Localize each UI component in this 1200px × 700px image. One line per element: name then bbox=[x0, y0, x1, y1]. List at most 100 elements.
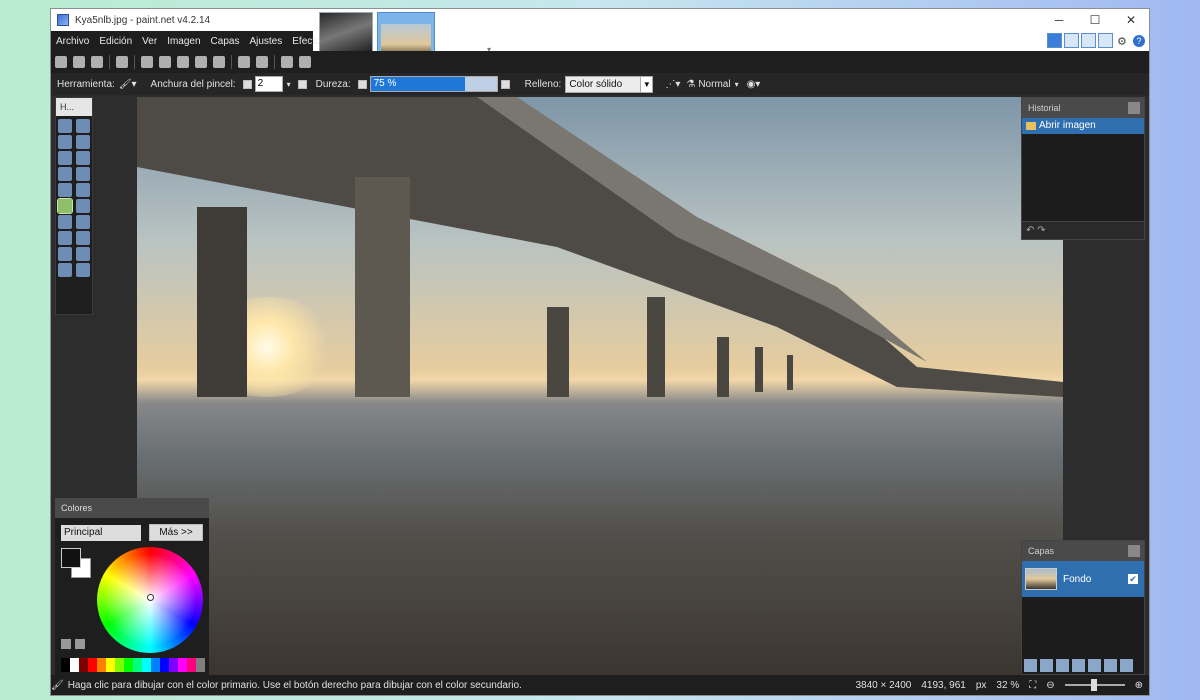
more-colors-button[interactable]: Más >> bbox=[149, 524, 203, 541]
palette-swatch[interactable] bbox=[61, 658, 70, 672]
gradient-tool-icon[interactable] bbox=[76, 183, 90, 197]
menu-capas[interactable]: Capas bbox=[206, 36, 245, 47]
delete-layer-icon[interactable] bbox=[1040, 659, 1053, 672]
palette-swatch[interactable] bbox=[88, 658, 97, 672]
zoom-value[interactable]: 32 % bbox=[996, 680, 1019, 691]
add-layer-icon[interactable] bbox=[1024, 659, 1037, 672]
menu-edicion[interactable]: Edición bbox=[94, 36, 137, 47]
tools-window-toggle[interactable] bbox=[1047, 33, 1062, 48]
duplicate-layer-icon[interactable] bbox=[1056, 659, 1069, 672]
move-layer-up-icon[interactable] bbox=[1088, 659, 1101, 672]
close-button[interactable]: ✕ bbox=[1113, 9, 1149, 31]
move-selection-tool-icon[interactable] bbox=[76, 119, 90, 133]
text-tool-icon[interactable] bbox=[58, 247, 72, 261]
palette-swatch[interactable] bbox=[70, 658, 79, 672]
image-tab-1[interactable] bbox=[319, 12, 373, 52]
ellipse-select-tool-icon[interactable] bbox=[58, 151, 72, 165]
pencil-tool-icon[interactable] bbox=[58, 215, 72, 229]
zoom-in-icon[interactable]: ⊕ bbox=[1135, 680, 1143, 691]
undo-icon[interactable]: ↶ bbox=[1026, 225, 1034, 236]
palette-swatch[interactable] bbox=[142, 658, 151, 672]
zoom-fit-icon[interactable]: ⛶ bbox=[1029, 680, 1036, 691]
palette-swatch[interactable] bbox=[106, 658, 115, 672]
palette-swatch[interactable] bbox=[151, 658, 160, 672]
palette-swatch[interactable] bbox=[178, 658, 187, 672]
undo-icon[interactable] bbox=[238, 56, 250, 68]
paste-icon[interactable] bbox=[177, 56, 189, 68]
ruler-icon[interactable] bbox=[299, 56, 311, 68]
maximize-button[interactable]: ☐ bbox=[1077, 9, 1113, 31]
zoom-slider-knob[interactable] bbox=[1090, 679, 1097, 691]
menu-archivo[interactable]: Archivo bbox=[51, 36, 94, 47]
palette-swatch[interactable] bbox=[79, 658, 88, 672]
color-wheel[interactable] bbox=[97, 547, 203, 653]
hardness-decrease-button[interactable] bbox=[357, 79, 367, 89]
lasso-select-tool-icon[interactable] bbox=[58, 135, 72, 149]
blend-mode-icon[interactable]: ⚗ bbox=[686, 79, 695, 90]
gear-icon[interactable]: ⚙ bbox=[1117, 35, 1129, 48]
layers-window-toggle[interactable] bbox=[1081, 33, 1096, 48]
new-file-icon[interactable] bbox=[55, 56, 67, 68]
print-icon[interactable] bbox=[116, 56, 128, 68]
palette-swatch[interactable] bbox=[115, 658, 124, 672]
history-item[interactable]: Abrir imagen bbox=[1022, 118, 1144, 134]
antialiasing-icon[interactable]: ⋰▾ bbox=[665, 79, 680, 90]
layer-properties-icon[interactable] bbox=[1120, 659, 1133, 672]
line-tool-icon[interactable] bbox=[76, 247, 90, 261]
zoom-out-icon[interactable]: ⊖ bbox=[1046, 680, 1054, 691]
close-icon[interactable] bbox=[1128, 102, 1140, 114]
merge-layer-icon[interactable] bbox=[1072, 659, 1085, 672]
move-selected-tool-icon[interactable] bbox=[76, 135, 90, 149]
copy-icon[interactable] bbox=[159, 56, 171, 68]
units-select[interactable]: px bbox=[976, 680, 987, 691]
layer-visibility-checkbox[interactable]: ✔ bbox=[1128, 574, 1138, 584]
blend-mode-select[interactable]: Normal bbox=[698, 79, 730, 90]
shapes-tool-icon[interactable] bbox=[58, 263, 72, 277]
paintbrush-tool-icon[interactable] bbox=[57, 198, 73, 214]
fill-select[interactable]: Color sólido ▼ bbox=[565, 75, 654, 93]
redo-icon[interactable] bbox=[256, 56, 268, 68]
help-icon[interactable]: ? bbox=[1133, 35, 1145, 47]
palette-swatch[interactable] bbox=[187, 658, 196, 672]
colors-window-toggle[interactable] bbox=[1098, 33, 1113, 48]
deselect-icon[interactable] bbox=[213, 56, 225, 68]
brush-width-dropdown-icon[interactable]: ▾ bbox=[287, 80, 291, 89]
triangle-shape-tool-icon[interactable] bbox=[76, 263, 90, 277]
menu-imagen[interactable]: Imagen bbox=[162, 36, 205, 47]
brush-width-increase-button[interactable] bbox=[297, 79, 307, 89]
palette-swatch[interactable] bbox=[124, 658, 133, 672]
redo-icon[interactable]: ↷ bbox=[1037, 225, 1045, 236]
color-wheel-marker[interactable] bbox=[147, 594, 154, 601]
paint-bucket-tool-icon[interactable] bbox=[58, 183, 72, 197]
close-icon[interactable] bbox=[1128, 545, 1140, 557]
menu-ajustes[interactable]: Ajustes bbox=[244, 36, 287, 47]
menu-ver[interactable]: Ver bbox=[137, 36, 162, 47]
pan-tool-icon[interactable] bbox=[76, 167, 90, 181]
recolor-tool-icon[interactable] bbox=[76, 231, 90, 245]
rectangle-select-tool-icon[interactable] bbox=[58, 119, 72, 133]
palette-swatch[interactable] bbox=[133, 658, 142, 672]
paintbrush-icon[interactable]: 🖌▾ bbox=[119, 79, 137, 90]
hardness-slider[interactable]: 75 % bbox=[369, 76, 498, 92]
clone-stamp-tool-icon[interactable] bbox=[58, 231, 72, 245]
blend-mode-dropdown-icon[interactable]: ▾ bbox=[735, 80, 739, 89]
zoom-slider[interactable] bbox=[1064, 679, 1125, 691]
hardness-increase-button[interactable] bbox=[500, 79, 510, 89]
move-layer-down-icon[interactable] bbox=[1104, 659, 1117, 672]
save-icon[interactable] bbox=[91, 56, 103, 68]
canvas-image[interactable] bbox=[137, 97, 1063, 675]
crop-icon[interactable] bbox=[195, 56, 207, 68]
primary-color-swatch[interactable] bbox=[61, 548, 81, 568]
color-picker-tool-icon[interactable] bbox=[76, 215, 90, 229]
color-mode-select[interactable]: Principal bbox=[61, 525, 141, 541]
grid-icon[interactable] bbox=[281, 56, 293, 68]
magic-wand-tool-icon[interactable] bbox=[58, 167, 72, 181]
history-window-toggle[interactable] bbox=[1064, 33, 1079, 48]
palette-swatch[interactable] bbox=[169, 658, 178, 672]
brush-width-input[interactable]: 2 bbox=[254, 76, 283, 92]
brush-width-decrease-button[interactable] bbox=[242, 79, 252, 89]
alpha-blending-icon[interactable]: ◉▾ bbox=[747, 79, 761, 90]
add-color-icon[interactable] bbox=[61, 639, 71, 649]
minimize-button[interactable]: ─ bbox=[1041, 9, 1077, 31]
palette-swatch[interactable] bbox=[97, 658, 106, 672]
